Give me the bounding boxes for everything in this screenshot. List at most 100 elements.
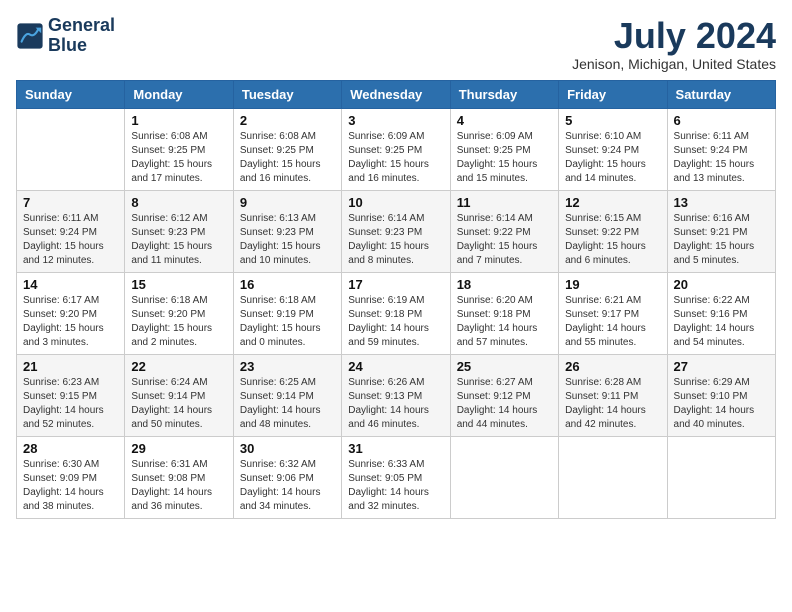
- day-number: 1: [131, 113, 226, 128]
- day-number: 7: [23, 195, 118, 210]
- calendar-cell: 20 Sunrise: 6:22 AMSunset: 9:16 PMDayligh…: [667, 272, 775, 354]
- day-info: Sunrise: 6:13 AMSunset: 9:23 PMDaylight:…: [240, 212, 335, 268]
- weekday-header-saturday: Saturday: [667, 80, 775, 108]
- weekday-header-wednesday: Wednesday: [342, 80, 450, 108]
- day-number: 21: [23, 359, 118, 374]
- day-number: 15: [131, 277, 226, 292]
- calendar-cell: 11Sunrise: 6:14 AMSunset: 9:22 PMDayligh…: [450, 190, 558, 272]
- calendar-cell: 5 Sunrise: 6:10 AMSunset: 9:24 PMDaylight…: [559, 108, 667, 190]
- calendar-cell: 6 Sunrise: 6:11 AMSunset: 9:24 PMDaylight…: [667, 108, 775, 190]
- day-info: Sunrise: 6:22 AMSunset: 9:16 PMDaylight:…: [674, 294, 769, 350]
- day-info: Sunrise: 6:28 AMSunset: 9:11 PMDaylight:…: [565, 376, 660, 432]
- calendar-cell: 17 Sunrise: 6:19 AMSunset: 9:18 PMDayligh…: [342, 272, 450, 354]
- calendar-week-4: 21 Sunrise: 6:23 AMSunset: 9:15 PMDayligh…: [17, 354, 776, 436]
- day-info: Sunrise: 6:20 AMSunset: 9:18 PMDaylight:…: [457, 294, 552, 350]
- calendar-cell: [17, 108, 125, 190]
- weekday-header-sunday: Sunday: [17, 80, 125, 108]
- calendar-cell: 9 Sunrise: 6:13 AMSunset: 9:23 PMDaylight…: [233, 190, 341, 272]
- day-info: Sunrise: 6:10 AMSunset: 9:24 PMDaylight:…: [565, 130, 660, 186]
- day-info: Sunrise: 6:33 AMSunset: 9:05 PMDaylight:…: [348, 458, 443, 514]
- day-info: Sunrise: 6:16 AMSunset: 9:21 PMDaylight:…: [674, 212, 769, 268]
- calendar-week-1: 1 Sunrise: 6:08 AMSunset: 9:25 PMDaylight…: [17, 108, 776, 190]
- day-info: Sunrise: 6:32 AMSunset: 9:06 PMDaylight:…: [240, 458, 335, 514]
- day-info: Sunrise: 6:19 AMSunset: 9:18 PMDaylight:…: [348, 294, 443, 350]
- day-number: 9: [240, 195, 335, 210]
- logo: General Blue: [16, 16, 115, 56]
- day-number: 25: [457, 359, 552, 374]
- calendar-cell: 2 Sunrise: 6:08 AMSunset: 9:25 PMDaylight…: [233, 108, 341, 190]
- calendar-cell: 15 Sunrise: 6:18 AMSunset: 9:20 PMDayligh…: [125, 272, 233, 354]
- calendar-cell: 18Sunrise: 6:20 AMSunset: 9:18 PMDayligh…: [450, 272, 558, 354]
- calendar-cell: 10Sunrise: 6:14 AMSunset: 9:23 PMDayligh…: [342, 190, 450, 272]
- calendar-cell: 22Sunrise: 6:24 AMSunset: 9:14 PMDayligh…: [125, 354, 233, 436]
- day-info: Sunrise: 6:09 AMSunset: 9:25 PMDaylight:…: [457, 130, 552, 186]
- month-title: July 2024: [572, 16, 776, 56]
- day-number: 2: [240, 113, 335, 128]
- calendar-cell: 30 Sunrise: 6:32 AMSunset: 9:06 PMDayligh…: [233, 436, 341, 518]
- day-info: Sunrise: 6:17 AMSunset: 9:20 PMDaylight:…: [23, 294, 118, 350]
- day-info: Sunrise: 6:23 AMSunset: 9:15 PMDaylight:…: [23, 376, 118, 432]
- day-number: 12: [565, 195, 660, 210]
- weekday-header-monday: Monday: [125, 80, 233, 108]
- location: Jenison, Michigan, United States: [572, 56, 776, 72]
- day-number: 6: [674, 113, 769, 128]
- logo-line2: Blue: [48, 35, 87, 55]
- day-info: Sunrise: 6:31 AMSunset: 9:08 PMDaylight:…: [131, 458, 226, 514]
- day-info: Sunrise: 6:26 AMSunset: 9:13 PMDaylight:…: [348, 376, 443, 432]
- page-header: General Blue July 2024 Jenison, Michigan…: [16, 16, 776, 72]
- day-info: Sunrise: 6:18 AMSunset: 9:20 PMDaylight:…: [131, 294, 226, 350]
- day-info: Sunrise: 6:11 AMSunset: 9:24 PMDaylight:…: [674, 130, 769, 186]
- calendar-cell: 16 Sunrise: 6:18 AMSunset: 9:19 PMDayligh…: [233, 272, 341, 354]
- calendar-cell: 13 Sunrise: 6:16 AMSunset: 9:21 PMDayligh…: [667, 190, 775, 272]
- calendar-cell: 4 Sunrise: 6:09 AMSunset: 9:25 PMDaylight…: [450, 108, 558, 190]
- logo-text: General Blue: [48, 16, 115, 56]
- day-info: Sunrise: 6:24 AMSunset: 9:14 PMDaylight:…: [131, 376, 226, 432]
- day-info: Sunrise: 6:18 AMSunset: 9:19 PMDaylight:…: [240, 294, 335, 350]
- calendar-cell: 21 Sunrise: 6:23 AMSunset: 9:15 PMDayligh…: [17, 354, 125, 436]
- calendar-cell: 29 Sunrise: 6:31 AMSunset: 9:08 PMDayligh…: [125, 436, 233, 518]
- calendar-cell: 1 Sunrise: 6:08 AMSunset: 9:25 PMDaylight…: [125, 108, 233, 190]
- day-number: 19: [565, 277, 660, 292]
- day-info: Sunrise: 6:09 AMSunset: 9:25 PMDaylight:…: [348, 130, 443, 186]
- calendar-cell: 28Sunrise: 6:30 AMSunset: 9:09 PMDayligh…: [17, 436, 125, 518]
- calendar-cell: 31 Sunrise: 6:33 AMSunset: 9:05 PMDayligh…: [342, 436, 450, 518]
- day-number: 14: [23, 277, 118, 292]
- day-number: 23: [240, 359, 335, 374]
- calendar-week-5: 28Sunrise: 6:30 AMSunset: 9:09 PMDayligh…: [17, 436, 776, 518]
- weekday-header-row: SundayMondayTuesdayWednesdayThursdayFrid…: [17, 80, 776, 108]
- day-info: Sunrise: 6:08 AMSunset: 9:25 PMDaylight:…: [131, 130, 226, 186]
- calendar-cell: [450, 436, 558, 518]
- day-number: 11: [457, 195, 552, 210]
- calendar-cell: [559, 436, 667, 518]
- day-number: 28: [23, 441, 118, 456]
- day-number: 31: [348, 441, 443, 456]
- calendar-cell: 24 Sunrise: 6:26 AMSunset: 9:13 PMDayligh…: [342, 354, 450, 436]
- day-number: 27: [674, 359, 769, 374]
- day-number: 5: [565, 113, 660, 128]
- calendar-cell: 14 Sunrise: 6:17 AMSunset: 9:20 PMDayligh…: [17, 272, 125, 354]
- weekday-header-friday: Friday: [559, 80, 667, 108]
- calendar-cell: 3Sunrise: 6:09 AMSunset: 9:25 PMDaylight…: [342, 108, 450, 190]
- day-number: 30: [240, 441, 335, 456]
- calendar-cell: 25Sunrise: 6:27 AMSunset: 9:12 PMDayligh…: [450, 354, 558, 436]
- day-info: Sunrise: 6:08 AMSunset: 9:25 PMDaylight:…: [240, 130, 335, 186]
- day-info: Sunrise: 6:12 AMSunset: 9:23 PMDaylight:…: [131, 212, 226, 268]
- day-info: Sunrise: 6:21 AMSunset: 9:17 PMDaylight:…: [565, 294, 660, 350]
- day-info: Sunrise: 6:11 AMSunset: 9:24 PMDaylight:…: [23, 212, 118, 268]
- day-number: 24: [348, 359, 443, 374]
- day-number: 16: [240, 277, 335, 292]
- day-number: 17: [348, 277, 443, 292]
- calendar-cell: 19 Sunrise: 6:21 AMSunset: 9:17 PMDayligh…: [559, 272, 667, 354]
- day-number: 13: [674, 195, 769, 210]
- title-block: July 2024 Jenison, Michigan, United Stat…: [572, 16, 776, 72]
- weekday-header-tuesday: Tuesday: [233, 80, 341, 108]
- calendar-cell: 12 Sunrise: 6:15 AMSunset: 9:22 PMDayligh…: [559, 190, 667, 272]
- day-number: 8: [131, 195, 226, 210]
- day-number: 20: [674, 277, 769, 292]
- day-number: 29: [131, 441, 226, 456]
- calendar-cell: 26Sunrise: 6:28 AMSunset: 9:11 PMDayligh…: [559, 354, 667, 436]
- day-info: Sunrise: 6:15 AMSunset: 9:22 PMDaylight:…: [565, 212, 660, 268]
- calendar-week-2: 7 Sunrise: 6:11 AMSunset: 9:24 PMDaylight…: [17, 190, 776, 272]
- day-number: 4: [457, 113, 552, 128]
- day-info: Sunrise: 6:29 AMSunset: 9:10 PMDaylight:…: [674, 376, 769, 432]
